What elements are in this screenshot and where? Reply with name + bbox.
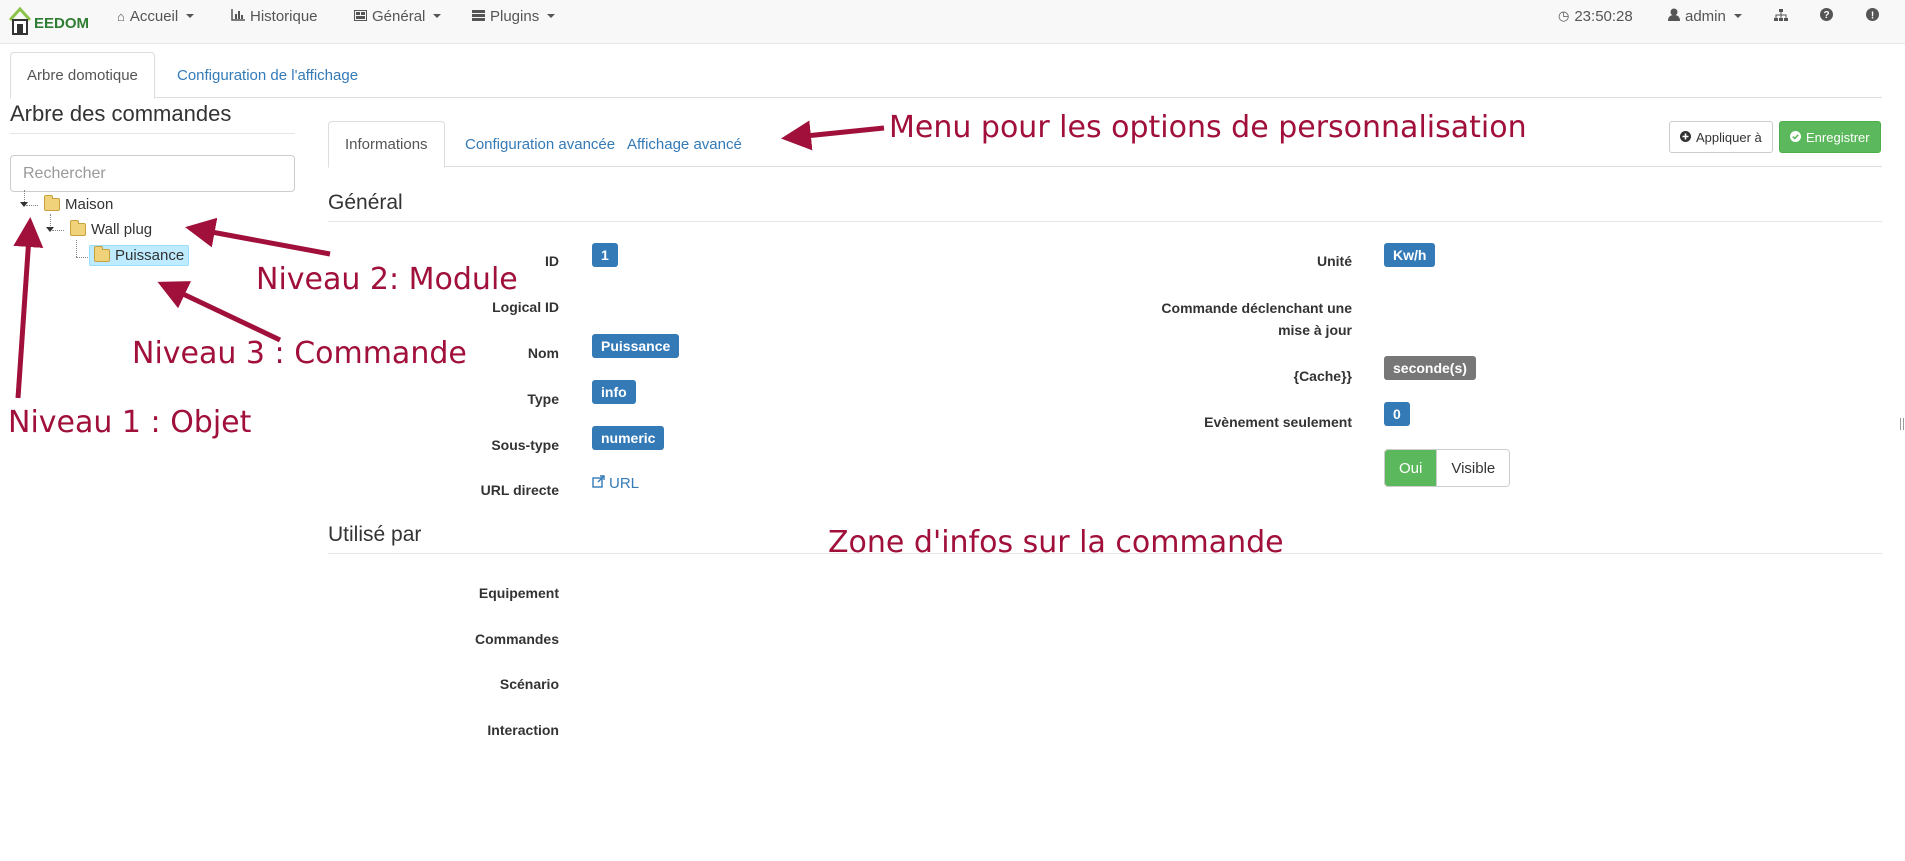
list-icon: [472, 9, 485, 24]
tree-connector: [76, 240, 77, 257]
clock-text: 23:50:28: [1574, 7, 1633, 25]
label-sous-type: Sous-type: [491, 437, 559, 453]
annotation-level2: Niveau 2: Module: [256, 262, 518, 297]
label-scenario: Scénario: [499, 676, 559, 692]
user-menu[interactable]: admin: [1668, 6, 1742, 26]
label-commandes: Commandes: [474, 631, 559, 647]
tab-informations[interactable]: Informations: [328, 121, 445, 168]
value-id: 1: [592, 243, 618, 267]
annotation-menu: Menu pour les options de personnalisatio…: [889, 110, 1527, 145]
bar-chart-icon: [231, 8, 245, 24]
url-link-label: URL: [609, 475, 640, 492]
tree-node-puissance[interactable]: Puissance: [89, 245, 190, 266]
label-type: Type: [527, 391, 559, 407]
label-commande-declenchant: Commande déclenchant une mise à jour: [1161, 300, 1352, 338]
plus-circle-icon: [1680, 130, 1691, 145]
tree-node-wall-plug[interactable]: Wall plug: [70, 220, 153, 238]
clock-icon: ◷: [1558, 8, 1570, 23]
annotation-level3: Niveau 3 : Commande: [132, 336, 467, 371]
house-logo-icon: [8, 6, 36, 36]
help-button[interactable]: ?: [1820, 6, 1833, 26]
home-icon: ⌂: [117, 8, 125, 24]
tree-connector: [52, 230, 64, 231]
svg-text:!: !: [1871, 11, 1874, 22]
save-label: Enregistrer: [1806, 129, 1870, 145]
label-evenement-seulement: Evènement seulement: [1204, 414, 1352, 430]
caret-down-icon: [186, 14, 195, 18]
value-cache: seconde(s): [1384, 356, 1476, 380]
toggle-oui[interactable]: Oui: [1385, 450, 1437, 486]
tab-arbre-domotique[interactable]: Arbre domotique: [10, 52, 155, 99]
apply-to-button[interactable]: Appliquer à: [1669, 121, 1773, 153]
arrow-to-module: [185, 217, 331, 257]
value-nom: Puissance: [592, 334, 680, 358]
resize-handle[interactable]: [1900, 418, 1904, 430]
label-unite: Unité: [1317, 253, 1352, 269]
label-cache: {Cache}}: [1293, 368, 1352, 384]
toggle-visible[interactable]: Visible: [1436, 450, 1510, 486]
folder-icon: [44, 195, 60, 211]
nav-historique-label: Historique: [250, 7, 318, 25]
question-circle-icon: ?: [1820, 8, 1833, 24]
logo-text: EEDOM: [34, 15, 90, 32]
nav-historique[interactable]: Historique: [231, 6, 318, 26]
tree-title: Arbre des commandes: [10, 101, 295, 134]
clock: ◷ 23:50:28: [1558, 6, 1633, 26]
caret-down-icon: [547, 14, 556, 18]
label-url-directe: URL directe: [480, 482, 559, 498]
nav-general[interactable]: Général: [354, 6, 442, 26]
jeedom-logo[interactable]: EEDOM: [8, 0, 89, 36]
tree-node-label: Puissance: [115, 247, 185, 264]
caret-down-icon: [433, 14, 442, 18]
nav-general-label: Général: [372, 7, 426, 25]
tree-node-maison[interactable]: Maison: [44, 195, 114, 213]
tree-node-label: Maison: [65, 196, 114, 213]
nav-plugins-label: Plugins: [490, 7, 540, 25]
alert-button[interactable]: !: [1866, 6, 1879, 26]
value-evenement-seulement: 0: [1384, 402, 1410, 426]
svg-text:?: ?: [1823, 10, 1829, 21]
section-general-title: Général: [328, 191, 1882, 222]
search-input[interactable]: [10, 155, 295, 192]
tab-configuration-affichage[interactable]: Configuration de l'affichage: [161, 52, 374, 98]
folder-icon: [70, 220, 86, 236]
nav-accueil-label: Accueil: [129, 7, 179, 25]
tree-connector: [26, 205, 38, 206]
dashboard-icon: [354, 9, 367, 24]
arrow-to-objet: [13, 217, 44, 399]
page-tabs: Arbre domotique Configuration de l'affic…: [10, 52, 1882, 99]
network-button[interactable]: [1774, 6, 1788, 26]
label-interaction: Interaction: [487, 722, 559, 738]
tab-affichage-avance[interactable]: Affichage avancé: [611, 121, 758, 167]
value-type: info: [592, 380, 636, 404]
annotation-zone: Zone d'infos sur la commande: [828, 525, 1284, 560]
url-link[interactable]: URL: [592, 475, 639, 492]
tree-node-label: Wall plug: [91, 221, 153, 238]
user-name: admin: [1685, 7, 1726, 25]
label-logical-id: Logical ID: [492, 299, 559, 315]
nav-accueil[interactable]: ⌂ Accueil: [117, 6, 195, 26]
tab-configuration-avancee[interactable]: Configuration avancée: [449, 121, 631, 167]
nav-plugins[interactable]: Plugins: [472, 6, 556, 26]
folder-icon: [94, 246, 110, 262]
sitemap-icon: [1774, 8, 1788, 24]
value-sous-type: numeric: [592, 426, 665, 450]
save-button[interactable]: Enregistrer: [1779, 121, 1881, 153]
top-navbar: EEDOM ⌂ Accueil Historique Général Plugi…: [0, 0, 1905, 44]
check-circle-icon: [1790, 130, 1801, 145]
visible-toggle[interactable]: Oui Visible: [1384, 449, 1511, 487]
tree-connector: [76, 257, 88, 258]
caret-down-icon: [1733, 14, 1742, 18]
exclamation-circle-icon: !: [1866, 8, 1879, 24]
value-unite: Kw/h: [1384, 243, 1436, 267]
label-equipement: Equipement: [478, 585, 559, 601]
external-link-icon: [592, 475, 605, 492]
user-icon: [1668, 8, 1680, 24]
apply-to-label: Appliquer à: [1696, 129, 1762, 145]
annotation-level1: Niveau 1 : Objet: [8, 405, 252, 440]
